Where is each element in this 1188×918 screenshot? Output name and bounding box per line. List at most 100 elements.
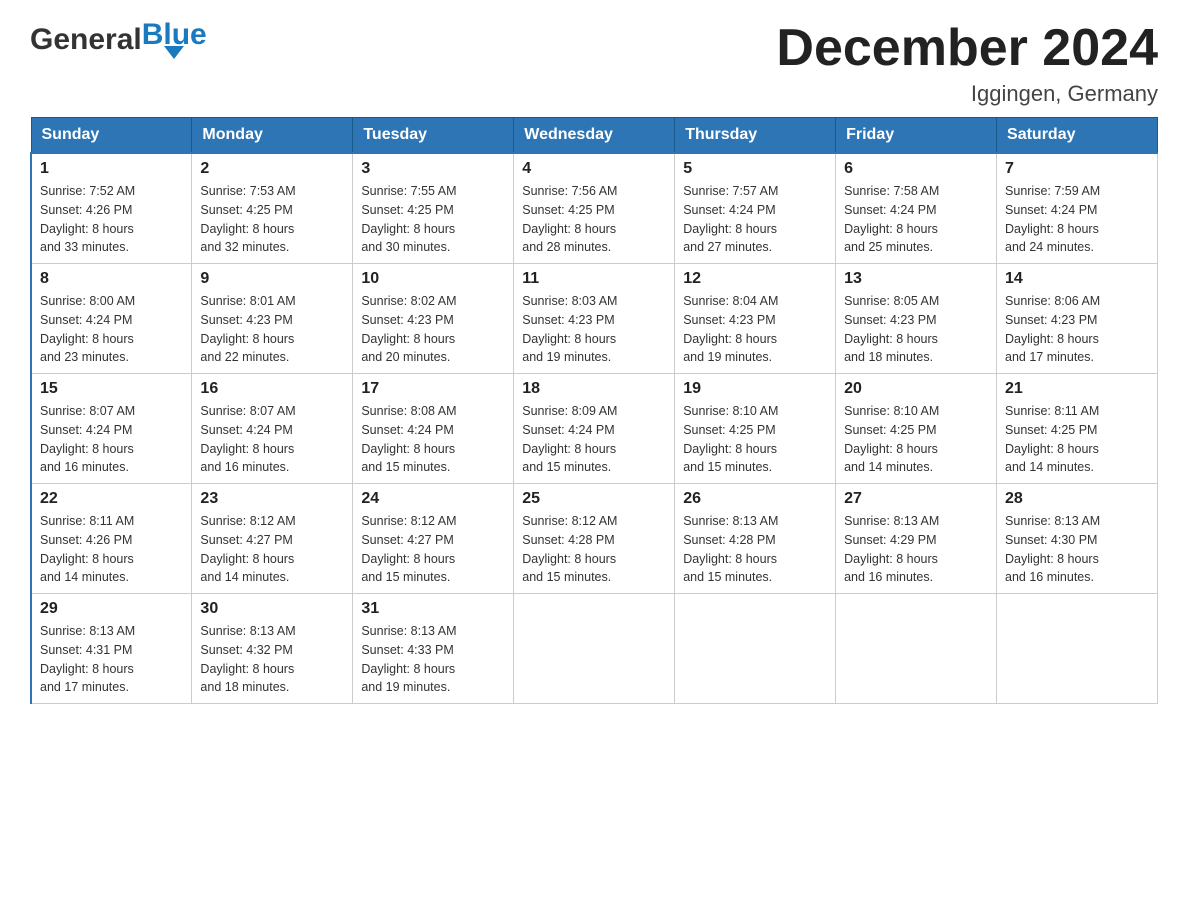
day-info: Sunrise: 8:13 AMSunset: 4:31 PMDaylight:… <box>40 622 183 697</box>
day-info: Sunrise: 8:13 AMSunset: 4:28 PMDaylight:… <box>683 512 827 587</box>
day-number: 22 <box>40 490 183 508</box>
day-number: 18 <box>522 380 666 398</box>
day-number: 11 <box>522 270 666 288</box>
table-row: 24Sunrise: 8:12 AMSunset: 4:27 PMDayligh… <box>353 484 514 594</box>
logo-general-text: General <box>30 23 142 57</box>
table-row: 12 Sunrise: 8:04 AMSunset: 4:23 PMDayligh… <box>675 264 836 374</box>
table-row: 7 Sunrise: 7:59 AMSunset: 4:24 PMDaylight… <box>997 153 1158 264</box>
table-row <box>836 594 997 704</box>
day-info: Sunrise: 8:01 AMSunset: 4:23 PMDaylight:… <box>200 292 344 367</box>
calendar-subtitle: Iggingen, Germany <box>776 81 1158 107</box>
logo-blue-part: Blue <box>142 20 207 59</box>
day-info: Sunrise: 7:52 AMSunset: 4:26 PMDaylight:… <box>40 182 183 257</box>
table-row: 18 Sunrise: 8:09 AMSunset: 4:24 PMDayligh… <box>514 374 675 484</box>
day-number: 9 <box>200 270 344 288</box>
table-row <box>997 594 1158 704</box>
day-number: 28 <box>1005 490 1149 508</box>
table-row: 22 Sunrise: 8:11 AMSunset: 4:26 PMDayligh… <box>31 484 192 594</box>
day-number: 6 <box>844 160 988 178</box>
day-number: 4 <box>522 160 666 178</box>
table-row: 1 Sunrise: 7:52 AMSunset: 4:26 PMDaylight… <box>31 153 192 264</box>
day-number: 1 <box>40 160 183 178</box>
table-row: 10Sunrise: 8:02 AMSunset: 4:23 PMDayligh… <box>353 264 514 374</box>
day-info: Sunrise: 8:09 AMSunset: 4:24 PMDaylight:… <box>522 402 666 477</box>
table-row: 9 Sunrise: 8:01 AMSunset: 4:23 PMDaylight… <box>192 264 353 374</box>
day-info: Sunrise: 8:07 AMSunset: 4:24 PMDaylight:… <box>40 402 183 477</box>
day-info: Sunrise: 8:05 AMSunset: 4:23 PMDaylight:… <box>844 292 988 367</box>
day-number: 13 <box>844 270 988 288</box>
table-row: 23 Sunrise: 8:12 AMSunset: 4:27 PMDayligh… <box>192 484 353 594</box>
day-info: Sunrise: 8:04 AMSunset: 4:23 PMDaylight:… <box>683 292 827 367</box>
day-info: Sunrise: 8:12 AMSunset: 4:27 PMDaylight:… <box>200 512 344 587</box>
day-number: 14 <box>1005 270 1149 288</box>
day-number: 5 <box>683 160 827 178</box>
table-row: 29 Sunrise: 8:13 AMSunset: 4:31 PMDayligh… <box>31 594 192 704</box>
logo: General Blue <box>30 20 207 59</box>
day-info: Sunrise: 7:57 AMSunset: 4:24 PMDaylight:… <box>683 182 827 257</box>
calendar-header-row: Sunday Monday Tuesday Wednesday Thursday… <box>31 118 1158 154</box>
calendar-title: December 2024 <box>776 20 1158 77</box>
day-info: Sunrise: 7:56 AMSunset: 4:25 PMDaylight:… <box>522 182 666 257</box>
calendar-week-row: 15Sunrise: 8:07 AMSunset: 4:24 PMDayligh… <box>31 374 1158 484</box>
table-row: 20 Sunrise: 8:10 AMSunset: 4:25 PMDayligh… <box>836 374 997 484</box>
table-row: 19 Sunrise: 8:10 AMSunset: 4:25 PMDayligh… <box>675 374 836 484</box>
day-number: 25 <box>522 490 666 508</box>
day-info: Sunrise: 8:13 AMSunset: 4:32 PMDaylight:… <box>200 622 344 697</box>
day-number: 19 <box>683 380 827 398</box>
day-number: 12 <box>683 270 827 288</box>
col-wednesday: Wednesday <box>514 118 675 154</box>
day-info: Sunrise: 7:59 AMSunset: 4:24 PMDaylight:… <box>1005 182 1149 257</box>
table-row: 2Sunrise: 7:53 AMSunset: 4:25 PMDaylight… <box>192 153 353 264</box>
col-saturday: Saturday <box>997 118 1158 154</box>
day-number: 26 <box>683 490 827 508</box>
table-row: 16Sunrise: 8:07 AMSunset: 4:24 PMDayligh… <box>192 374 353 484</box>
page-header: General Blue December 2024 Iggingen, Ger… <box>30 20 1158 107</box>
table-row: 6Sunrise: 7:58 AMSunset: 4:24 PMDaylight… <box>836 153 997 264</box>
day-number: 10 <box>361 270 505 288</box>
table-row: 28 Sunrise: 8:13 AMSunset: 4:30 PMDayligh… <box>997 484 1158 594</box>
title-block: December 2024 Iggingen, Germany <box>776 20 1158 107</box>
table-row: 25 Sunrise: 8:12 AMSunset: 4:28 PMDayligh… <box>514 484 675 594</box>
day-info: Sunrise: 8:06 AMSunset: 4:23 PMDaylight:… <box>1005 292 1149 367</box>
day-info: Sunrise: 7:55 AMSunset: 4:25 PMDaylight:… <box>361 182 505 257</box>
day-info: Sunrise: 8:12 AMSunset: 4:27 PMDaylight:… <box>361 512 505 587</box>
day-info: Sunrise: 8:03 AMSunset: 4:23 PMDaylight:… <box>522 292 666 367</box>
col-sunday: Sunday <box>31 118 192 154</box>
day-number: 8 <box>40 270 183 288</box>
table-row: 11 Sunrise: 8:03 AMSunset: 4:23 PMDayligh… <box>514 264 675 374</box>
table-row: 5 Sunrise: 7:57 AMSunset: 4:24 PMDaylight… <box>675 153 836 264</box>
day-info: Sunrise: 8:13 AMSunset: 4:33 PMDaylight:… <box>361 622 505 697</box>
day-number: 2 <box>200 160 344 178</box>
day-number: 3 <box>361 160 505 178</box>
day-info: Sunrise: 8:13 AMSunset: 4:29 PMDaylight:… <box>844 512 988 587</box>
day-info: Sunrise: 8:13 AMSunset: 4:30 PMDaylight:… <box>1005 512 1149 587</box>
table-row: 14 Sunrise: 8:06 AMSunset: 4:23 PMDayligh… <box>997 264 1158 374</box>
table-row: 8Sunrise: 8:00 AMSunset: 4:24 PMDaylight… <box>31 264 192 374</box>
calendar-week-row: 22 Sunrise: 8:11 AMSunset: 4:26 PMDayligh… <box>31 484 1158 594</box>
day-number: 20 <box>844 380 988 398</box>
col-friday: Friday <box>836 118 997 154</box>
table-row: 3 Sunrise: 7:55 AMSunset: 4:25 PMDaylight… <box>353 153 514 264</box>
table-row: 26 Sunrise: 8:13 AMSunset: 4:28 PMDayligh… <box>675 484 836 594</box>
table-row <box>514 594 675 704</box>
table-row: 15Sunrise: 8:07 AMSunset: 4:24 PMDayligh… <box>31 374 192 484</box>
calendar-week-row: 29 Sunrise: 8:13 AMSunset: 4:31 PMDayligh… <box>31 594 1158 704</box>
day-number: 31 <box>361 600 505 618</box>
day-info: Sunrise: 8:10 AMSunset: 4:25 PMDaylight:… <box>683 402 827 477</box>
day-number: 7 <box>1005 160 1149 178</box>
day-number: 30 <box>200 600 344 618</box>
day-number: 29 <box>40 600 183 618</box>
day-number: 27 <box>844 490 988 508</box>
day-info: Sunrise: 8:11 AMSunset: 4:25 PMDaylight:… <box>1005 402 1149 477</box>
table-row: 21 Sunrise: 8:11 AMSunset: 4:25 PMDayligh… <box>997 374 1158 484</box>
day-info: Sunrise: 8:12 AMSunset: 4:28 PMDaylight:… <box>522 512 666 587</box>
calendar-table: Sunday Monday Tuesday Wednesday Thursday… <box>30 117 1158 704</box>
table-row: 17Sunrise: 8:08 AMSunset: 4:24 PMDayligh… <box>353 374 514 484</box>
day-number: 23 <box>200 490 344 508</box>
day-info: Sunrise: 8:10 AMSunset: 4:25 PMDaylight:… <box>844 402 988 477</box>
day-number: 21 <box>1005 380 1149 398</box>
calendar-week-row: 8Sunrise: 8:00 AMSunset: 4:24 PMDaylight… <box>31 264 1158 374</box>
day-number: 17 <box>361 380 505 398</box>
day-info: Sunrise: 8:11 AMSunset: 4:26 PMDaylight:… <box>40 512 183 587</box>
day-number: 16 <box>200 380 344 398</box>
